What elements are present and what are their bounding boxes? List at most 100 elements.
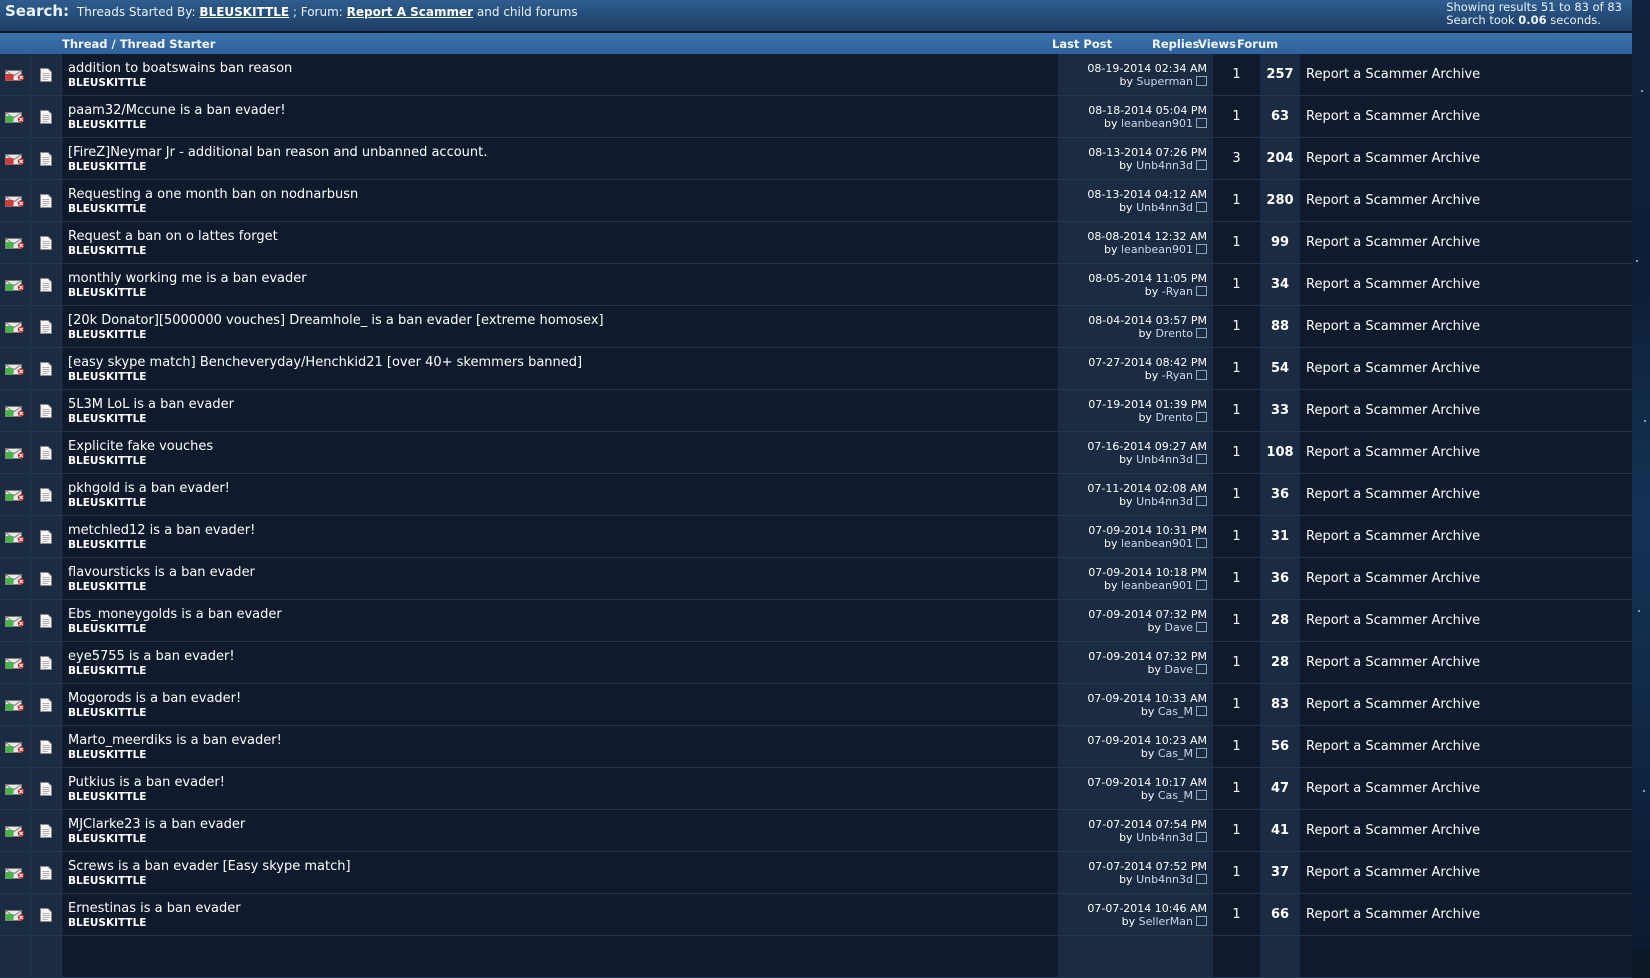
go-to-last-post-icon[interactable] bbox=[1196, 621, 1207, 632]
forum-link[interactable]: Report a Scammer Archive bbox=[1300, 683, 1632, 726]
go-to-last-post-icon[interactable] bbox=[1196, 369, 1207, 380]
go-to-last-post-icon[interactable] bbox=[1196, 873, 1207, 884]
replies-cell[interactable]: 1 bbox=[1213, 347, 1260, 390]
replies-cell[interactable]: 1 bbox=[1213, 305, 1260, 348]
forum-link[interactable]: Report a Scammer Archive bbox=[1300, 305, 1632, 348]
thread-title-link[interactable]: [20k Donator][5000000 vouches] Dreamhole… bbox=[68, 313, 1058, 329]
thread-starter[interactable]: BLEUSKITTLE bbox=[68, 245, 1058, 257]
col-forum-header[interactable]: Forum bbox=[1237, 37, 1278, 51]
forum-link[interactable]: Report a Scammer Archive bbox=[1300, 725, 1632, 768]
go-to-last-post-icon[interactable] bbox=[1196, 831, 1207, 842]
thread-title-link[interactable]: Explicite fake vouches bbox=[68, 439, 1058, 455]
go-to-last-post-icon[interactable] bbox=[1196, 285, 1207, 296]
go-to-last-post-icon[interactable] bbox=[1196, 747, 1207, 758]
replies-cell[interactable]: 1 bbox=[1213, 221, 1260, 264]
thread-starter[interactable]: BLEUSKITTLE bbox=[68, 329, 1058, 341]
last-post-user-link[interactable]: Unb4nn3d bbox=[1136, 873, 1193, 886]
last-post-user-link[interactable]: Unb4nn3d bbox=[1136, 831, 1193, 844]
forum-link[interactable]: Report a Scammer Archive bbox=[1300, 641, 1632, 684]
replies-cell[interactable]: 1 bbox=[1213, 95, 1260, 138]
thread-starter[interactable]: BLEUSKITTLE bbox=[68, 791, 1058, 803]
forum-link[interactable]: Report a Scammer Archive bbox=[1300, 263, 1632, 306]
replies-cell[interactable]: 1 bbox=[1213, 851, 1260, 894]
last-post-user-link[interactable]: leanbean901 bbox=[1121, 117, 1193, 130]
last-post-user-link[interactable]: SellerMan bbox=[1139, 915, 1193, 928]
go-to-last-post-icon[interactable] bbox=[1196, 159, 1207, 170]
last-post-user-link[interactable]: Cas_M bbox=[1158, 789, 1193, 802]
thread-title-link[interactable]: MJClarke23 is a ban evader bbox=[68, 817, 1058, 833]
go-to-last-post-icon[interactable] bbox=[1196, 663, 1207, 674]
last-post-user-link[interactable]: Unb4nn3d bbox=[1136, 201, 1193, 214]
thread-title-link[interactable]: Requesting a one month ban on nodnarbusn bbox=[68, 187, 1058, 203]
thread-title-link[interactable]: Screws is a ban evader [Easy skype match… bbox=[68, 859, 1058, 875]
last-post-user-link[interactable]: Drento bbox=[1155, 327, 1193, 340]
thread-starter[interactable]: BLEUSKITTLE bbox=[68, 749, 1058, 761]
replies-cell[interactable]: 1 bbox=[1213, 767, 1260, 810]
col-views-header[interactable]: Views bbox=[1198, 37, 1236, 51]
thread-title-link[interactable]: paam32/Mccune is a ban evader! bbox=[68, 103, 1058, 119]
forum-link[interactable]: Report a Scammer Archive bbox=[1300, 851, 1632, 894]
thread-title-link[interactable]: monthly working me is a ban evader bbox=[68, 271, 1058, 287]
thread-starter[interactable]: BLEUSKITTLE bbox=[68, 455, 1058, 467]
go-to-last-post-icon[interactable] bbox=[1196, 579, 1207, 590]
thread-title-link[interactable]: [easy skype match] Bencheveryday/Henchki… bbox=[68, 355, 1058, 371]
thread-starter[interactable]: BLEUSKITTLE bbox=[68, 875, 1058, 887]
forum-link[interactable]: Report a Scammer Archive bbox=[1300, 54, 1632, 96]
replies-cell[interactable]: 1 bbox=[1213, 431, 1260, 474]
thread-starter[interactable]: BLEUSKITTLE bbox=[68, 77, 1058, 89]
forum-link[interactable]: Report a Scammer Archive bbox=[1300, 809, 1632, 852]
search-forum-link[interactable]: Report A Scammer bbox=[347, 5, 473, 19]
replies-cell[interactable]: 1 bbox=[1213, 389, 1260, 432]
last-post-user-link[interactable]: -Ryan bbox=[1162, 369, 1193, 382]
last-post-user-link[interactable]: Unb4nn3d bbox=[1136, 495, 1193, 508]
last-post-user-link[interactable]: Dave bbox=[1165, 663, 1194, 676]
replies-cell[interactable]: 1 bbox=[1213, 263, 1260, 306]
thread-title-link[interactable]: Ernestinas is a ban evader bbox=[68, 901, 1058, 917]
thread-title-link[interactable]: pkhgold is a ban evader! bbox=[68, 481, 1058, 497]
thread-title-link[interactable]: Putkius is a ban evader! bbox=[68, 775, 1058, 791]
last-post-user-link[interactable]: Dave bbox=[1165, 621, 1194, 634]
last-post-user-link[interactable]: leanbean901 bbox=[1121, 537, 1193, 550]
thread-starter[interactable]: BLEUSKITTLE bbox=[68, 497, 1058, 509]
col-thread-header[interactable]: Thread / Thread Starter bbox=[62, 37, 215, 51]
last-post-user-link[interactable]: leanbean901 bbox=[1121, 243, 1193, 256]
thread-starter[interactable]: BLEUSKITTLE bbox=[68, 161, 1058, 173]
last-post-user-link[interactable]: Cas_M bbox=[1158, 705, 1193, 718]
thread-title-link[interactable]: Request a ban on o lattes forget bbox=[68, 229, 1058, 245]
col-replies-header[interactable]: Replies bbox=[1152, 37, 1199, 51]
thread-starter[interactable]: BLEUSKITTLE bbox=[68, 539, 1058, 551]
last-post-user-link[interactable]: leanbean901 bbox=[1121, 579, 1193, 592]
forum-link[interactable]: Report a Scammer Archive bbox=[1300, 221, 1632, 264]
thread-starter[interactable]: BLEUSKITTLE bbox=[68, 203, 1058, 215]
thread-title-link[interactable]: Mogorods is a ban evader! bbox=[68, 691, 1058, 707]
replies-cell[interactable]: 1 bbox=[1213, 557, 1260, 600]
thread-starter[interactable]: BLEUSKITTLE bbox=[68, 623, 1058, 635]
forum-link[interactable]: Report a Scammer Archive bbox=[1300, 515, 1632, 558]
thread-starter[interactable]: BLEUSKITTLE bbox=[68, 413, 1058, 425]
forum-link[interactable]: Report a Scammer Archive bbox=[1300, 767, 1632, 810]
go-to-last-post-icon[interactable] bbox=[1196, 411, 1207, 422]
forum-link[interactable]: Report a Scammer Archive bbox=[1300, 347, 1632, 390]
thread-starter[interactable]: BLEUSKITTLE bbox=[68, 833, 1058, 845]
forum-link[interactable]: Report a Scammer Archive bbox=[1300, 431, 1632, 474]
thread-title-link[interactable]: flavoursticks is a ban evader bbox=[68, 565, 1058, 581]
last-post-user-link[interactable]: Unb4nn3d bbox=[1136, 159, 1193, 172]
last-post-user-link[interactable]: Drento bbox=[1155, 411, 1193, 424]
last-post-user-link[interactable]: -Ryan bbox=[1162, 285, 1193, 298]
forum-link[interactable]: Report a Scammer Archive bbox=[1300, 893, 1632, 936]
go-to-last-post-icon[interactable] bbox=[1196, 453, 1207, 464]
thread-title-link[interactable]: addition to boatswains ban reason bbox=[68, 61, 1058, 77]
go-to-last-post-icon[interactable] bbox=[1196, 75, 1207, 86]
last-post-user-link[interactable]: Cas_M bbox=[1158, 747, 1193, 760]
forum-link[interactable]: Report a Scammer Archive bbox=[1300, 599, 1632, 642]
thread-title-link[interactable]: eye5755 is a ban evader! bbox=[68, 649, 1058, 665]
forum-link[interactable]: Report a Scammer Archive bbox=[1300, 473, 1632, 516]
thread-starter[interactable]: BLEUSKITTLE bbox=[68, 707, 1058, 719]
replies-cell[interactable]: 1 bbox=[1213, 54, 1260, 96]
thread-starter[interactable]: BLEUSKITTLE bbox=[68, 917, 1058, 929]
thread-title-link[interactable]: Ebs_moneygolds is a ban evader bbox=[68, 607, 1058, 623]
replies-cell[interactable]: 1 bbox=[1213, 725, 1260, 768]
thread-title-link[interactable]: [FireZ]Neymar Jr - additional ban reason… bbox=[68, 145, 1058, 161]
thread-starter[interactable]: BLEUSKITTLE bbox=[68, 119, 1058, 131]
last-post-user-link[interactable]: Unb4nn3d bbox=[1136, 453, 1193, 466]
